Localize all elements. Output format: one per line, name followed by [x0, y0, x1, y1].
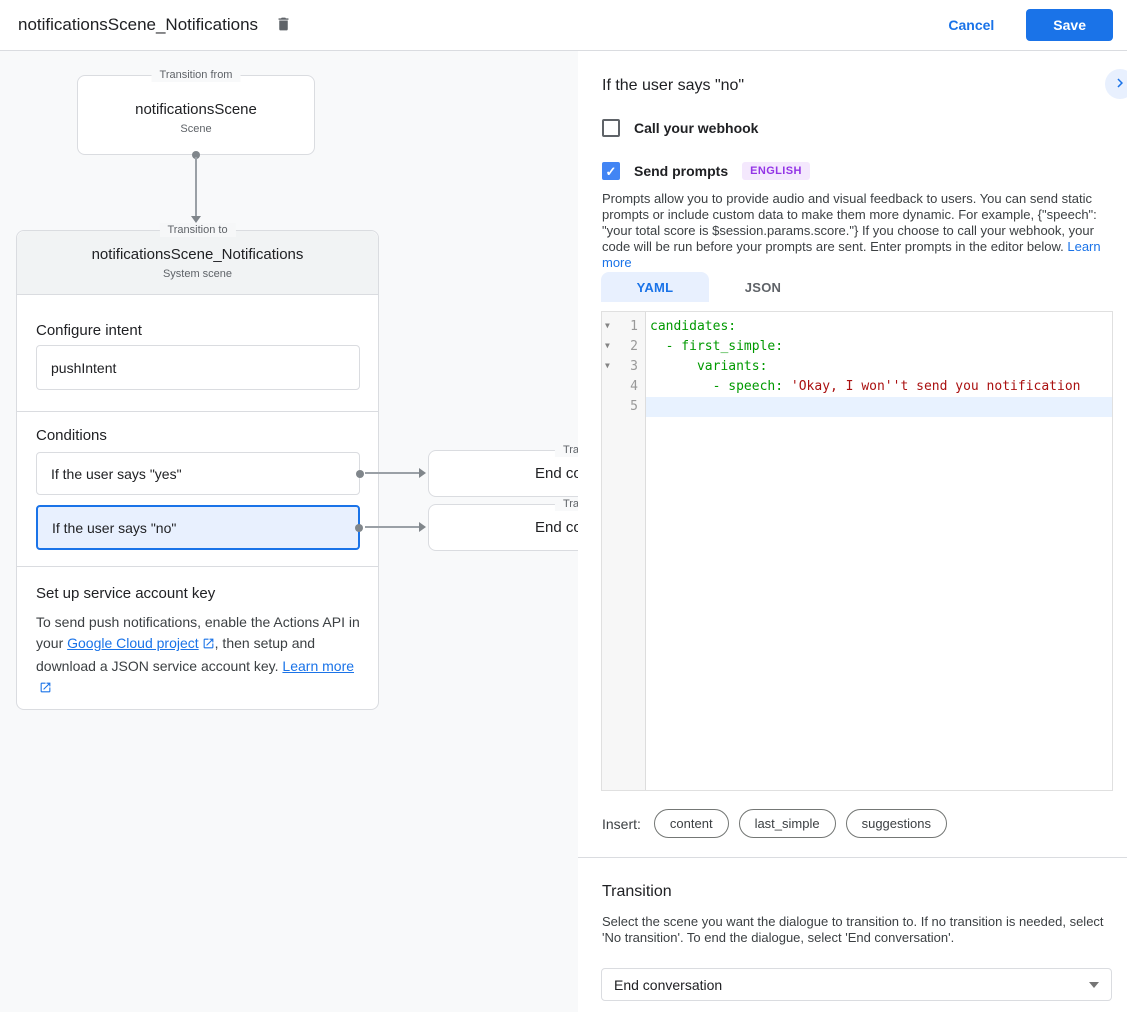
line-number: 4	[630, 379, 638, 394]
tab-json[interactable]: JSON	[709, 272, 817, 302]
insert-chip-suggestions[interactable]: suggestions	[846, 809, 947, 838]
send-prompts-checkbox[interactable]: ✓	[602, 162, 620, 180]
page-title: notificationsScene_Notifications	[18, 15, 258, 35]
node-border-label: Transition from	[152, 68, 241, 82]
prompts-description: Prompts allow you to provide audio and v…	[602, 191, 1115, 271]
send-prompts-checkbox-row[interactable]: ✓ Send prompts ENGLISH	[602, 162, 810, 180]
code-line: - speech: 'Okay, I won''t send you notif…	[646, 377, 1112, 397]
line-number: 2	[630, 339, 638, 354]
node-subtitle: Scene	[78, 123, 314, 135]
connector-line	[365, 526, 419, 528]
yaml-key: candidates:	[650, 319, 736, 334]
learn-more-link[interactable]: Learn more	[282, 658, 354, 674]
code-line: candidates:	[646, 317, 1112, 337]
service-key-heading: Set up service account key	[36, 585, 215, 602]
arrow-right-icon	[419, 522, 426, 532]
service-key-text: To send push notifications, enable the A…	[36, 612, 362, 700]
connector-line	[365, 472, 419, 474]
condition-label: If the user says "no"	[52, 520, 176, 536]
conditions-heading: Conditions	[36, 427, 107, 444]
code-line: variants:	[646, 357, 1112, 377]
condition-no-selected[interactable]: If the user says "no"	[36, 505, 360, 550]
insert-row: Insert: content last_simple suggestions	[602, 809, 957, 838]
delete-scene-button[interactable]	[275, 15, 292, 36]
transition-heading: Transition	[602, 883, 672, 901]
fold-arrow-icon[interactable]: ▼	[605, 321, 610, 330]
chevron-right-icon	[1111, 74, 1127, 95]
gutter-row: ▼ 1	[602, 317, 645, 337]
transition-description: Select the scene you want the dialogue t…	[602, 914, 1115, 946]
open-in-new-icon	[202, 635, 215, 656]
webhook-checkbox[interactable]	[602, 119, 620, 137]
gutter-row: ▼ 2	[602, 337, 645, 357]
yaml-key: - first_simple:	[650, 339, 783, 354]
gutter-row: 5	[602, 397, 645, 417]
editor-format-tabs: YAML JSON	[601, 272, 817, 302]
open-in-new-icon	[39, 679, 52, 700]
prompts-description-text: Prompts allow you to provide audio and v…	[602, 191, 1097, 254]
insert-label: Insert:	[602, 816, 641, 832]
code-line-active	[646, 397, 1112, 417]
line-number: 1	[630, 319, 638, 334]
arrow-right-icon	[419, 468, 426, 478]
send-prompts-label: Send prompts	[634, 163, 728, 179]
fold-arrow-icon[interactable]: ▼	[605, 361, 610, 370]
node-title: notificationsScene	[78, 101, 314, 118]
node-header: Transition to notificationsScene_Notific…	[17, 231, 378, 295]
yaml-key: - speech:	[650, 379, 791, 394]
configure-intent-heading: Configure intent	[36, 322, 142, 339]
fold-arrow-icon[interactable]: ▼	[605, 341, 610, 350]
connector-line	[195, 157, 197, 216]
condition-label: If the user says "yes"	[51, 466, 182, 482]
node-subtitle: System scene	[17, 268, 378, 280]
divider	[578, 857, 1127, 858]
panel-title: If the user says "no"	[602, 77, 744, 95]
prompt-code-editor[interactable]: ▼ 1 ▼ 2 ▼ 3 4 5 candidates: - first_simp…	[601, 311, 1113, 791]
header: notificationsScene_Notifications Cancel …	[0, 0, 1127, 51]
connector-dot	[356, 470, 364, 478]
node-border-label: Transition to	[159, 223, 235, 237]
editor-code-area[interactable]: candidates: - first_simple: variants: - …	[646, 312, 1112, 790]
editor-gutter: ▼ 1 ▼ 2 ▼ 3 4 5	[602, 312, 646, 790]
yaml-string: 'Okay, I won''t send you notification	[791, 379, 1081, 394]
google-cloud-project-link[interactable]: Google Cloud project	[67, 635, 199, 651]
divider	[17, 566, 378, 567]
insert-chip-last-simple[interactable]: last_simple	[739, 809, 836, 838]
checkmark-icon: ✓	[606, 165, 617, 178]
cancel-button[interactable]: Cancel	[948, 17, 994, 33]
yaml-key: variants:	[650, 359, 767, 374]
gutter-row: 4	[602, 377, 645, 397]
connector-dot	[355, 524, 363, 532]
transition-select-value: End conversation	[614, 977, 722, 993]
webhook-label: Call your webhook	[634, 120, 758, 136]
language-badge: ENGLISH	[742, 162, 810, 180]
line-number: 5	[630, 399, 638, 414]
condition-yes[interactable]: If the user says "yes"	[36, 452, 360, 495]
insert-chip-content[interactable]: content	[654, 809, 729, 838]
node-title: notificationsScene_Notifications	[17, 246, 378, 263]
line-number: 3	[630, 359, 638, 374]
dropdown-caret-icon	[1089, 982, 1099, 988]
trash-icon	[275, 15, 292, 36]
transition-to-node[interactable]: Transition to notificationsScene_Notific…	[16, 230, 379, 710]
tab-yaml[interactable]: YAML	[601, 272, 709, 302]
gutter-row: ▼ 3	[602, 357, 645, 377]
transition-select[interactable]: End conversation	[601, 968, 1112, 1001]
transition-from-node[interactable]: Transition from notificationsScene Scene	[77, 75, 315, 155]
arrow-down-icon	[191, 216, 201, 223]
condition-editor-panel: If the user says "no" Call your webhook …	[578, 51, 1127, 1012]
intent-field[interactable]: pushIntent	[36, 345, 360, 390]
webhook-checkbox-row[interactable]: Call your webhook	[602, 119, 758, 137]
divider	[17, 411, 378, 412]
collapse-panel-button[interactable]	[1105, 69, 1127, 99]
save-button[interactable]: Save	[1026, 9, 1113, 41]
code-line: - first_simple:	[646, 337, 1112, 357]
